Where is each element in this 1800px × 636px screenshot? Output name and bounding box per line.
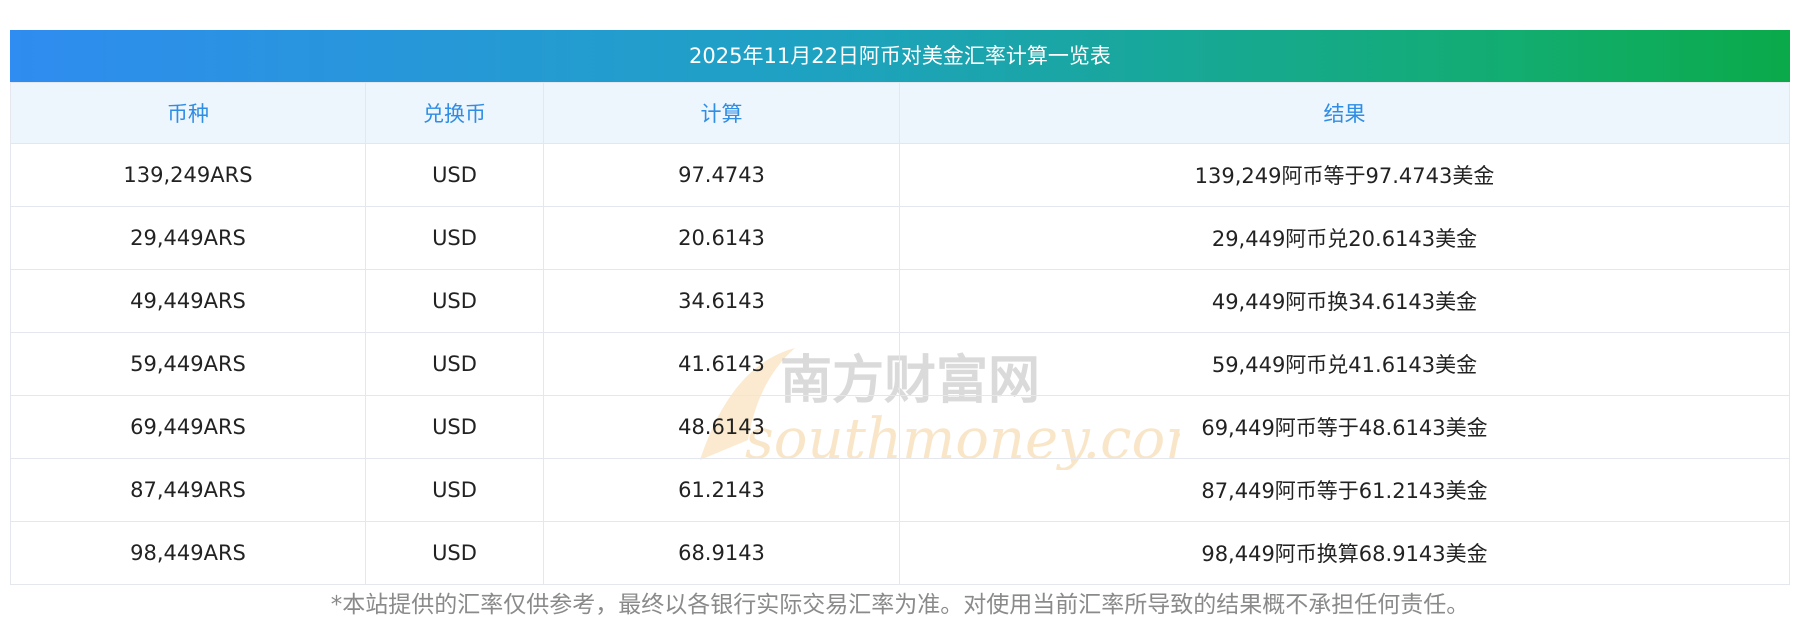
- header-target-currency: 兑换币: [365, 82, 544, 144]
- cell-currency: 49,449ARS: [10, 269, 366, 333]
- table-area: 南方财富网 southmoney.com 币种 兑换币 计算 结果 139,24…: [10, 82, 1790, 585]
- cell-result: 29,449阿币兑20.6143美金: [899, 206, 1790, 270]
- cell-currency: 29,449ARS: [10, 206, 366, 270]
- table-row: 59,449ARS USD 41.6143 59,449阿币兑41.6143美金: [10, 332, 1790, 396]
- table-row: 29,449ARS USD 20.6143 29,449阿币兑20.6143美金: [10, 206, 1790, 270]
- table-row: 98,449ARS USD 68.9143 98,449阿币换算68.9143美…: [10, 521, 1790, 585]
- cell-result: 98,449阿币换算68.9143美金: [899, 521, 1790, 585]
- cell-target: USD: [365, 206, 544, 270]
- table-row: 139,249ARS USD 97.4743 139,249阿币等于97.474…: [10, 143, 1790, 207]
- cell-currency: 87,449ARS: [10, 458, 366, 522]
- cell-result: 87,449阿币等于61.2143美金: [899, 458, 1790, 522]
- cell-result: 49,449阿币换34.6143美金: [899, 269, 1790, 333]
- cell-target: USD: [365, 143, 544, 207]
- rate-table: 币种 兑换币 计算 结果 139,249ARS USD 97.4743 139,…: [10, 82, 1790, 585]
- cell-calc: 20.6143: [543, 206, 900, 270]
- cell-target: USD: [365, 458, 544, 522]
- cell-target: USD: [365, 521, 544, 585]
- cell-target: USD: [365, 395, 544, 459]
- cell-calc: 61.2143: [543, 458, 900, 522]
- cell-result: 59,449阿币兑41.6143美金: [899, 332, 1790, 396]
- cell-target: USD: [365, 332, 544, 396]
- header-result: 结果: [899, 82, 1790, 144]
- table-title: 2025年11月22日阿币对美金汇率计算一览表: [10, 30, 1790, 82]
- cell-result: 139,249阿币等于97.4743美金: [899, 143, 1790, 207]
- cell-calc: 68.9143: [543, 521, 900, 585]
- header-calculation: 计算: [543, 82, 900, 144]
- cell-currency: 139,249ARS: [10, 143, 366, 207]
- cell-target: USD: [365, 269, 544, 333]
- cell-calc: 48.6143: [543, 395, 900, 459]
- table-row: 87,449ARS USD 61.2143 87,449阿币等于61.2143美…: [10, 458, 1790, 522]
- disclaimer-footnote: *本站提供的汇率仅供参考，最终以各银行实际交易汇率为准。对使用当前汇率所导致的结…: [330, 592, 1470, 618]
- header-row: 币种 兑换币 计算 结果: [10, 82, 1790, 144]
- cell-calc: 97.4743: [543, 143, 900, 207]
- table-row: 69,449ARS USD 48.6143 69,449阿币等于48.6143美…: [10, 395, 1790, 459]
- rate-table-container: 2025年11月22日阿币对美金汇率计算一览表 南方财富网 southmoney…: [10, 30, 1790, 585]
- cell-currency: 59,449ARS: [10, 332, 366, 396]
- cell-currency: 98,449ARS: [10, 521, 366, 585]
- header-currency: 币种: [10, 82, 366, 144]
- cell-currency: 69,449ARS: [10, 395, 366, 459]
- table-row: 49,449ARS USD 34.6143 49,449阿币换34.6143美金: [10, 269, 1790, 333]
- cell-calc: 41.6143: [543, 332, 900, 396]
- cell-result: 69,449阿币等于48.6143美金: [899, 395, 1790, 459]
- cell-calc: 34.6143: [543, 269, 900, 333]
